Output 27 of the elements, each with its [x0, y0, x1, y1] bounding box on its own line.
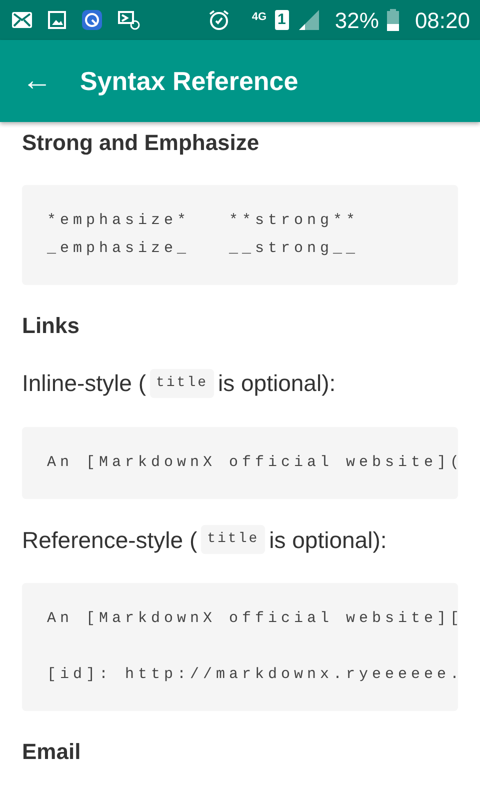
alarm-icon	[208, 9, 230, 31]
back-button[interactable]: ←	[22, 66, 52, 96]
app-icon	[82, 10, 102, 30]
image-icon	[48, 11, 66, 29]
section-heading: Links	[22, 312, 80, 340]
code-line: An [MarkdownX official website][	[47, 609, 458, 629]
mail-icon	[12, 12, 32, 28]
battery-icon	[386, 9, 399, 31]
battery-percent: 32%	[334, 6, 379, 34]
code-line: [id]: http://markdownx.ryeeeeee.	[47, 665, 458, 685]
sim-label: 1	[274, 10, 289, 30]
section-heading: Strong and Emphasize	[22, 129, 260, 157]
section-heading: Email	[22, 738, 82, 766]
paragraph-text: is optional):	[218, 369, 336, 398]
code-line: _emphasize_ __strong__	[47, 239, 360, 259]
email-forward-icon	[118, 10, 140, 30]
code-line: *emphasize* **strong**	[47, 211, 360, 231]
paragraph-text: is optional):	[269, 526, 387, 555]
clock: 08:20	[414, 6, 470, 34]
screen-title: Syntax Reference	[80, 64, 298, 98]
inline-code: title	[201, 525, 266, 554]
signal-icon	[296, 10, 319, 30]
paragraph-text: Inline-style (	[22, 369, 146, 398]
network-label: 4G	[252, 12, 267, 22]
code-line: An [MarkdownX official website](	[47, 452, 458, 472]
inline-code: title	[150, 368, 214, 398]
paragraph-text: Reference-style (	[22, 526, 198, 555]
